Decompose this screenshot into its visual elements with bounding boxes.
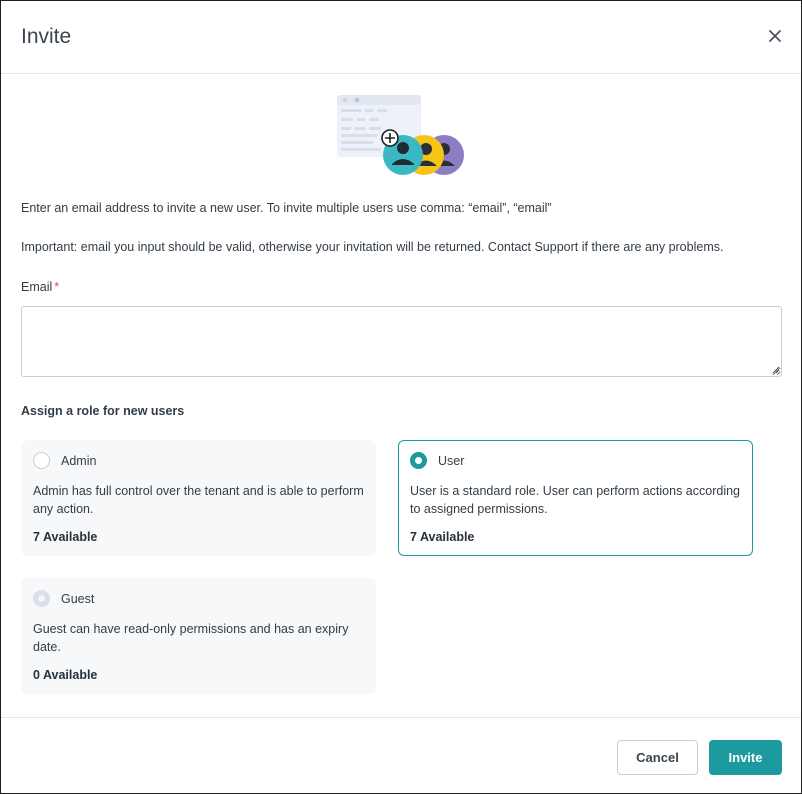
admin-radio[interactable]: [33, 452, 50, 469]
required-mark: *: [54, 280, 60, 294]
add-plus-icon: [381, 129, 399, 147]
resize-grip-icon[interactable]: [771, 365, 780, 374]
close-button[interactable]: [763, 25, 787, 49]
email-label-text: Email: [21, 280, 53, 294]
invite-users-illustration: [335, 93, 467, 179]
email-field[interactable]: [21, 306, 782, 377]
role-name: Admin: [61, 454, 97, 468]
role-name: User: [438, 454, 465, 468]
role-card-guest: Guest Guest can have read-only permissio…: [21, 578, 376, 694]
email-label: Email *: [21, 280, 59, 294]
user-radio[interactable]: [410, 452, 427, 469]
dialog-title: Invite: [21, 25, 72, 48]
important-notice: Important: email you input should be val…: [21, 240, 724, 254]
intro-text: Enter an email address to invite a new u…: [21, 201, 552, 215]
role-card-user[interactable]: User User is a standard role. User can p…: [398, 440, 753, 556]
role-card-admin[interactable]: Admin Admin has full control over the te…: [21, 440, 376, 556]
role-section-title: Assign a role for new users: [21, 404, 185, 418]
invite-dialog: Invite Enter an email address to invite …: [0, 0, 802, 794]
role-description: User is a standard role. User can perfor…: [410, 484, 741, 516]
role-availability: 0 Available: [33, 668, 98, 682]
role-availability: 7 Available: [410, 530, 475, 544]
role-description: Guest can have read-only permissions and…: [33, 622, 349, 654]
close-icon: [769, 30, 781, 42]
guest-radio: [33, 590, 50, 607]
role-description: Admin has full control over the tenant a…: [33, 484, 364, 516]
invite-button[interactable]: Invite: [709, 740, 782, 775]
cancel-button[interactable]: Cancel: [617, 740, 698, 775]
dialog-footer: Cancel Invite: [1, 717, 801, 793]
role-name: Guest: [61, 592, 95, 606]
dialog-header: Invite: [1, 1, 801, 74]
role-availability: 7 Available: [33, 530, 98, 544]
